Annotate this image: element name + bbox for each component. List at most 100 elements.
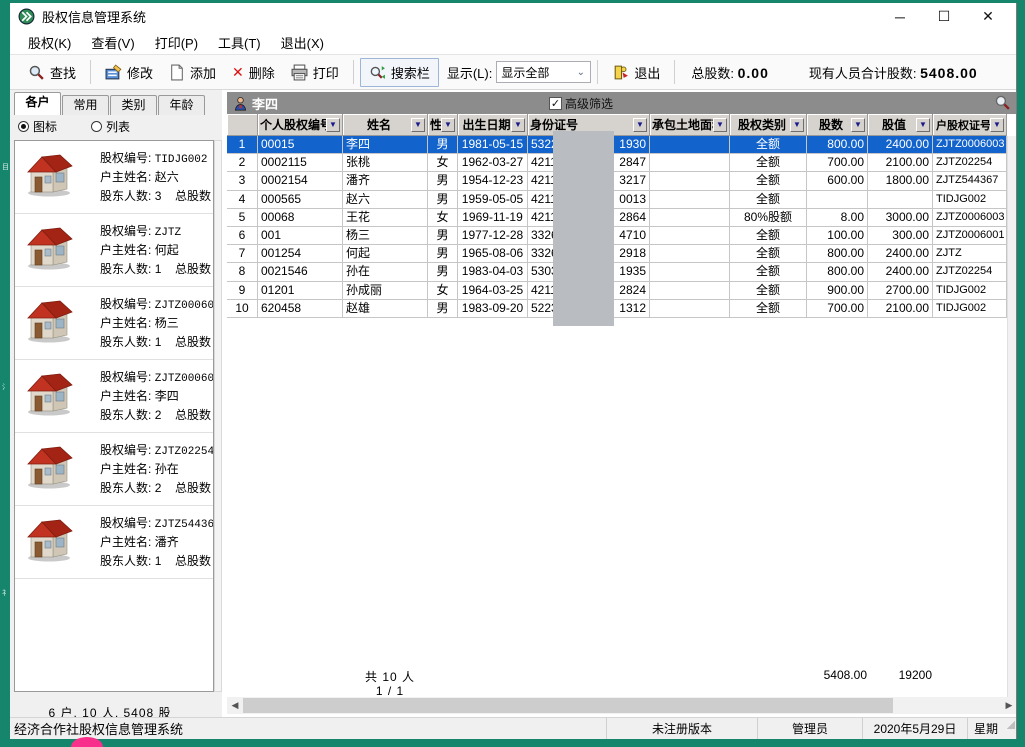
- table-row[interactable]: 6 001 杨三 男 1977-12-28 33260 4710 全额 100.…: [227, 227, 1007, 245]
- household-list-vscrollbar[interactable]: [214, 140, 222, 692]
- window-title: 股权信息管理系统: [42, 7, 146, 26]
- cell-personal-code: 001254: [258, 245, 343, 263]
- table-row[interactable]: 5 00068 王花 女 1969-11-19 42112 2864 80%股额…: [227, 209, 1007, 227]
- exit-button[interactable]: 退出: [604, 59, 668, 86]
- table-row[interactable]: 1 00015 李四 男 1981-05-15 53222 1930 全额 80…: [227, 136, 1007, 154]
- scroll-left-arrow-icon[interactable]: ◀: [227, 697, 243, 713]
- display-label: 显示(L):: [447, 63, 493, 82]
- column-header-num[interactable]: [227, 114, 258, 136]
- display-select[interactable]: 显示全部 ⌄: [496, 61, 591, 83]
- filter-dropdown-icon[interactable]: ▼: [326, 118, 340, 132]
- cell-household-cert: TIDJG002: [933, 300, 1007, 318]
- cell-share-value: 2100.00: [868, 154, 933, 172]
- print-button[interactable]: 打印: [283, 59, 347, 86]
- column-header-code[interactable]: 个人股权编号↑▼: [258, 114, 343, 136]
- table-row[interactable]: 10 620458 赵雄 男 1983-09-20 52232 1312 全额 …: [227, 300, 1007, 318]
- field-label: 户主姓名:: [100, 535, 151, 549]
- filter-dropdown-icon[interactable]: ▼: [441, 118, 455, 132]
- household-list-item[interactable]: 股权编号: ZJTZ544367 户主姓名: 潘齐 股东人数: 1 总股数: [15, 506, 213, 579]
- column-header-value[interactable]: 股值▼: [868, 114, 933, 136]
- filter-dropdown-icon[interactable]: ▼: [411, 118, 425, 132]
- cell-shares: 100.00: [807, 227, 868, 245]
- privacy-mask-overlay: [553, 131, 614, 326]
- sidebar-tab-各户[interactable]: 各户: [14, 92, 61, 115]
- filter-dropdown-icon[interactable]: ▼: [851, 118, 865, 132]
- add-label: 添加: [190, 63, 216, 82]
- grid-hscrollbar[interactable]: ◀ ▶: [227, 697, 1016, 714]
- find-button[interactable]: 查找: [20, 59, 84, 86]
- minimize-button[interactable]: ─: [878, 4, 922, 30]
- id-right-part: 0013: [619, 191, 646, 208]
- delete-button[interactable]: ✕ 删除: [224, 59, 283, 86]
- menu-item[interactable]: 查看(V): [81, 30, 144, 55]
- field-label: 户主姓名:: [100, 462, 151, 476]
- cell-name: 何起: [343, 245, 428, 263]
- view-icon-radio[interactable]: 图标: [18, 118, 57, 135]
- grid-search-icon[interactable]: [994, 94, 1011, 111]
- filter-dropdown-icon[interactable]: ▼: [511, 118, 525, 132]
- household-count: 3: [155, 189, 162, 203]
- add-button[interactable]: 添加: [161, 59, 224, 86]
- cell-shares: [807, 191, 868, 209]
- view-icon-label: 图标: [33, 118, 57, 135]
- resize-grip[interactable]: [1007, 721, 1015, 729]
- find-label: 查找: [50, 63, 76, 82]
- cell-share-value: [868, 191, 933, 209]
- table-row[interactable]: 9 01201 孙成丽 女 1964-03-25 42112 2824 全额 9…: [227, 282, 1007, 300]
- filter-dropdown-icon[interactable]: ▼: [633, 118, 647, 132]
- column-header-land[interactable]: 承包土地面积▼: [650, 114, 730, 136]
- view-list-label: 列表: [106, 118, 130, 135]
- household-list-item[interactable]: 股权编号: ZJTZ 户主姓名: 何起 股东人数: 1 总股数: [15, 214, 213, 287]
- table-row[interactable]: 4 000565 赵六 男 1959-05-05 42112 0013 全额 T…: [227, 191, 1007, 209]
- filter-dropdown-icon[interactable]: ▼: [790, 118, 804, 132]
- menu-item[interactable]: 股权(K): [18, 30, 81, 55]
- table-row[interactable]: 7 001254 何起 男 1965-08-06 33262 2918 全额 8…: [227, 245, 1007, 263]
- column-header-cert[interactable]: 户股权证号▼: [933, 114, 1007, 136]
- view-list-radio[interactable]: 列表: [91, 118, 130, 135]
- close-button[interactable]: ✕: [966, 4, 1010, 30]
- cell-equity-type: 80%股额: [730, 209, 807, 227]
- maximize-button[interactable]: ☐: [922, 4, 966, 30]
- desktop-icon-text-fragment: 氵: [2, 382, 9, 392]
- household-list-item[interactable]: 股权编号: ZJTZ0006001 户主姓名: 杨三 股东人数: 1 总股数: [15, 287, 213, 360]
- cell-name: 李四: [343, 136, 428, 154]
- table-row[interactable]: 3 0002154 潘齐 男 1954-12-23 42112 3217 全额 …: [227, 172, 1007, 190]
- column-label: 姓名: [365, 116, 405, 133]
- advanced-filter-checkbox[interactable]: ✓ 高级筛选: [549, 95, 613, 112]
- cell-shares: 600.00: [807, 172, 868, 190]
- field-label: 股东人数:: [100, 554, 151, 568]
- column-header-birth[interactable]: 出生日期▼: [458, 114, 528, 136]
- household-owner: 孙在: [155, 462, 179, 476]
- cell-birthdate: 1969-11-19: [458, 209, 528, 227]
- column-header-type[interactable]: 股权类别▼: [730, 114, 807, 136]
- desktop-icon-text-fragment: 礻: [2, 588, 9, 598]
- menu-item[interactable]: 工具(T): [208, 30, 271, 55]
- household-list-item[interactable]: 股权编号: ZJTZ0006003 户主姓名: 李四 股东人数: 2 总股数: [15, 360, 213, 433]
- cell-row-number: 2: [227, 154, 258, 172]
- sidebar-tab-年龄[interactable]: 年龄: [158, 95, 205, 115]
- status-user: 管理员: [758, 718, 863, 739]
- new-document-icon: [169, 64, 185, 81]
- toolbar: 查找 修改 添加 ✕ 删除: [10, 55, 1016, 90]
- filter-dropdown-icon[interactable]: ▼: [713, 118, 727, 132]
- household-list-item[interactable]: 股权编号: ZJTZ02254 户主姓名: 孙在 股东人数: 2 总股数: [15, 433, 213, 506]
- column-header-name[interactable]: 姓名 ▼: [343, 114, 428, 136]
- scrollbar-thumb[interactable]: [243, 698, 893, 713]
- column-header-gender[interactable]: 性别▼: [428, 114, 458, 136]
- edit-button[interactable]: 修改: [97, 59, 161, 86]
- grid-vscrollbar[interactable]: [1007, 136, 1016, 697]
- household-list-item[interactable]: 股权编号: TIDJG002 户主姓名: 赵六 股东人数: 3 总股数: [15, 141, 213, 214]
- menu-item[interactable]: 退出(X): [271, 30, 334, 55]
- table-row[interactable]: 2 0002115 张桃 女 1962-03-27 42112 2847 全额 …: [227, 154, 1007, 172]
- id-right-part: 4710: [619, 227, 646, 244]
- field-label: 股权编号:: [100, 443, 151, 457]
- filter-dropdown-icon[interactable]: ▼: [916, 118, 930, 132]
- scroll-right-arrow-icon[interactable]: ▶: [1001, 697, 1016, 713]
- table-row[interactable]: 8 0021546 孙在 男 1983-04-03 53033 1935 全额 …: [227, 263, 1007, 281]
- sidebar-tab-类别[interactable]: 类别: [110, 95, 157, 115]
- menu-item[interactable]: 打印(P): [145, 30, 208, 55]
- column-header-shares[interactable]: 股数▼: [807, 114, 868, 136]
- search-bar-toggle[interactable]: 搜索栏: [360, 58, 439, 87]
- filter-dropdown-icon[interactable]: ▼: [990, 118, 1004, 132]
- sidebar-tab-常用[interactable]: 常用: [62, 95, 109, 115]
